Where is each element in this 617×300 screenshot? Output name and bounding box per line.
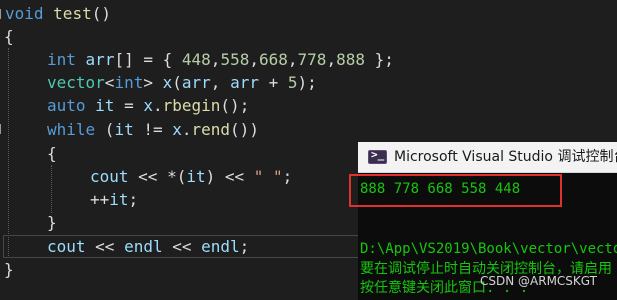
code-token: { — [47, 144, 57, 163]
code-token: ); — [297, 73, 317, 92]
code-line[interactable]: void test() — [5, 2, 111, 25]
code-token: , — [326, 50, 337, 69]
code-line[interactable]: vector<int> x(arr, arr + 5); — [47, 71, 317, 94]
code-token: it — [95, 96, 115, 115]
code-token: endl — [201, 237, 240, 256]
code-token: ; — [128, 190, 139, 209]
code-line[interactable]: } — [47, 211, 57, 234]
code-token: + — [258, 73, 288, 92]
code-line[interactable]: cout << endl << endl; — [47, 235, 249, 258]
output-highlight-box — [349, 174, 562, 207]
code-token: x — [143, 96, 153, 115]
code-token: while — [47, 120, 96, 139]
code-token: () — [91, 4, 111, 23]
code-token: ()) — [230, 120, 259, 139]
code-token: . — [152, 96, 163, 115]
code-token: != — [133, 120, 173, 139]
code-line[interactable]: { — [47, 142, 57, 165]
code-token: it — [186, 167, 206, 186]
code-token: test — [53, 4, 92, 23]
code-token: , — [210, 73, 231, 92]
console-path-line: D:\App\VS2019\Book\vector\vector.exe — [360, 241, 617, 257]
code-token: 888 — [336, 50, 365, 69]
code-line[interactable]: } — [4, 258, 14, 281]
code-token: it — [109, 190, 129, 209]
console-app-icon: >_ — [368, 148, 387, 164]
code-token: } — [4, 260, 14, 279]
code-line[interactable]: auto it = x.rbegin(); — [47, 94, 249, 117]
code-token: arr — [230, 73, 259, 92]
fold-marker[interactable] — [0, 124, 5, 134]
code-line[interactable]: int arr[] = { 448,558,668,778,888 }; — [47, 48, 394, 71]
code-token: = — [114, 96, 144, 115]
code-token: << *( — [128, 167, 187, 186]
console-title: Microsoft Visual Studio 调试控制台 — [394, 149, 617, 165]
code-token: rend — [191, 120, 231, 139]
code-token: , — [249, 50, 259, 69]
code-token: << — [162, 237, 202, 256]
code-token: int — [47, 50, 76, 69]
code-token: arr — [85, 50, 115, 69]
code-token: cout — [90, 167, 129, 186]
code-line[interactable]: cout << *(it) << " "; — [90, 165, 292, 188]
code-token: << — [85, 237, 125, 256]
code-token: { — [4, 27, 14, 46]
code-token: , — [210, 50, 221, 69]
code-line[interactable]: { — [4, 25, 14, 48]
code-token: . — [181, 120, 192, 139]
code-token: 558 — [220, 50, 250, 69]
code-token: 668 — [258, 50, 288, 69]
code-token: > — [143, 73, 163, 92]
code-token: ++ — [90, 190, 110, 209]
code-token: , — [287, 50, 298, 69]
console-titlebar[interactable]: >_ Microsoft Visual Studio 调试控制台 — [358, 142, 617, 173]
code-token: rbegin — [162, 96, 221, 115]
code-token: 5 — [287, 73, 298, 92]
code-token: < — [104, 73, 115, 92]
code-token: ( — [95, 120, 115, 139]
code-token: " " — [253, 167, 283, 186]
indent-guide — [51, 165, 52, 213]
code-token: }; — [364, 50, 394, 69]
code-token: ( — [172, 73, 182, 92]
code-token: ; — [282, 167, 293, 186]
code-token: x — [172, 120, 182, 139]
indent-guide — [8, 48, 9, 258]
code-token: vector — [47, 73, 105, 92]
watermark: CSDN @ARMCSKGT — [480, 274, 597, 288]
code-token: auto — [47, 96, 86, 115]
code-token: ) << — [205, 167, 254, 186]
code-token: [] = { — [114, 50, 182, 69]
code-token: (); — [220, 96, 250, 115]
code-token: 778 — [297, 50, 327, 69]
code-token: ; — [239, 237, 250, 256]
code-token: x — [162, 73, 173, 92]
code-token: endl — [124, 237, 163, 256]
code-token: it — [114, 120, 134, 139]
code-line[interactable]: ++it; — [90, 188, 138, 211]
code-line[interactable]: while (it != x.rend()) — [47, 118, 259, 141]
code-token: void — [5, 4, 44, 23]
code-token: cout — [47, 237, 86, 256]
code-token: arr — [181, 73, 211, 92]
code-token: 448 — [181, 50, 211, 69]
code-token: } — [47, 213, 57, 232]
code-token: int — [114, 73, 144, 92]
